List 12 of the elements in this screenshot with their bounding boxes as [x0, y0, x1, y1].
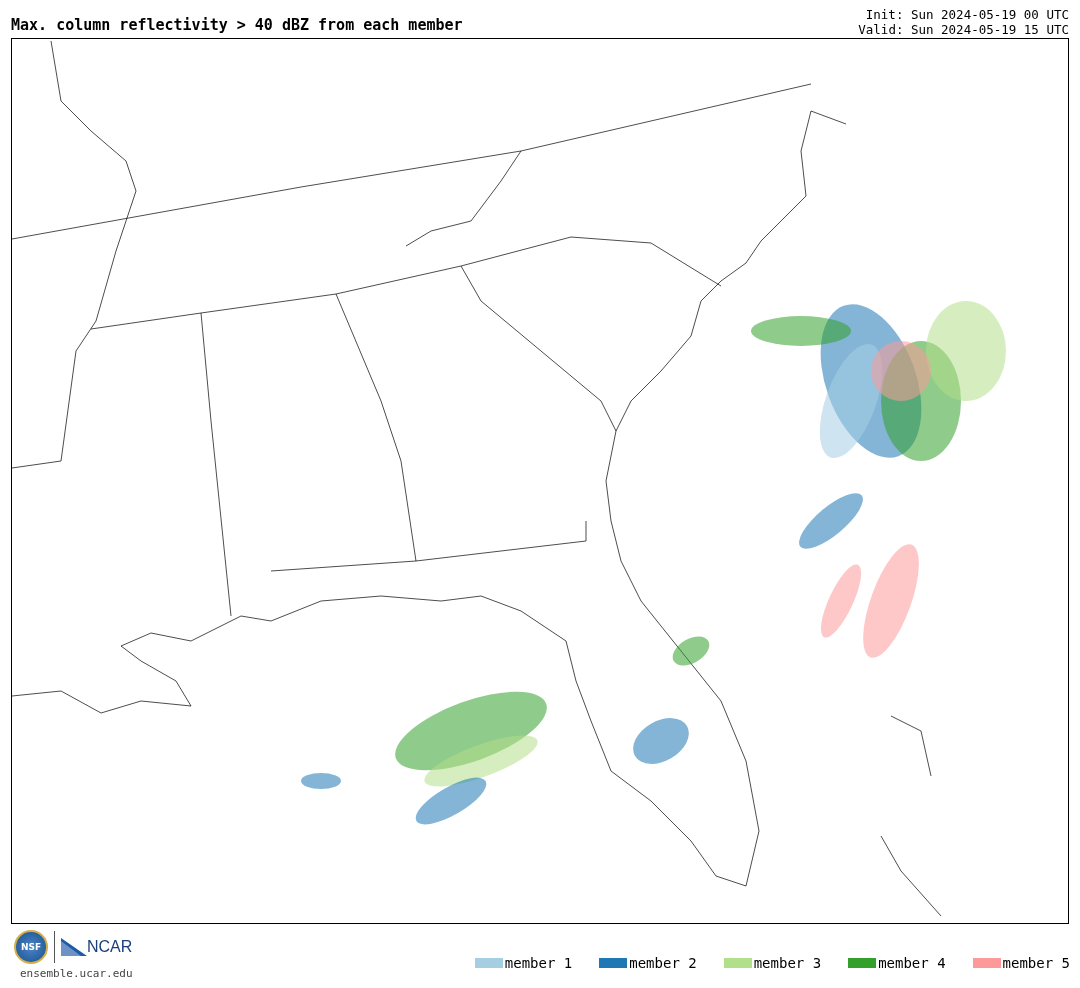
- legend-label: member 1: [504, 955, 573, 971]
- ncar-logo: NCAR: [87, 938, 133, 956]
- legend-label: member 4: [878, 955, 946, 971]
- init-time: Init: Sun 2024-05-19 00 UTC: [864, 7, 1069, 22]
- legend-label: member 2: [629, 955, 697, 971]
- legend-label: member 5: [1002, 955, 1070, 971]
- plot-title: Max. column reflectivity > 40 dBZ from each member: [11, 16, 463, 36]
- site-url: ensemble.ucar.edu: [19, 967, 133, 980]
- valid-time: Valid: Sun 2024-05-19 15 UTC: [858, 22, 1069, 37]
- legend-label: member 3: [753, 955, 822, 971]
- nsf-logo: NSF: [14, 930, 48, 964]
- wedge-icon: [61, 938, 87, 956]
